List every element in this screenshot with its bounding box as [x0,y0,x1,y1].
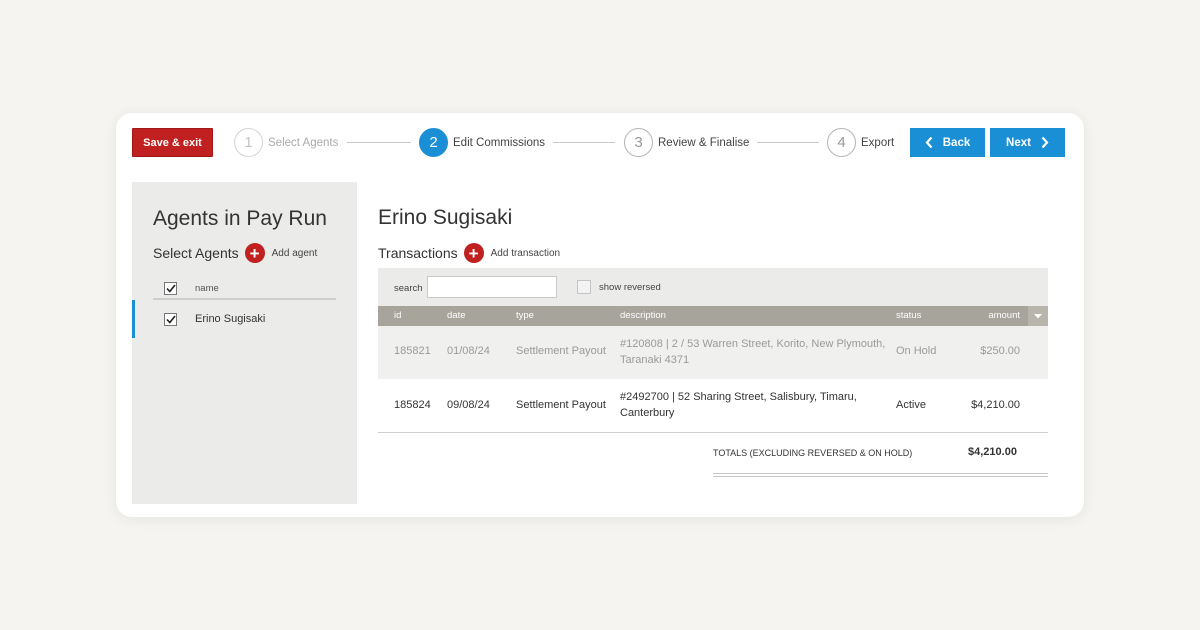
next-button[interactable]: Next [990,128,1065,157]
cell-id: 185824 [394,399,431,411]
step-review-finalise[interactable]: 3 Review & Finalise [624,128,749,157]
next-label: Next [1006,136,1031,149]
back-label: Back [942,136,971,149]
search-label: search [394,283,423,294]
agent-title: Erino Sugisaki [378,206,513,229]
column-date[interactable]: date [447,310,466,321]
step-label: Edit Commissions [453,136,546,149]
cell-date: 01/08/24 [447,345,490,357]
show-reversed-toggle[interactable]: show reversed [577,280,661,294]
check-icon [165,284,176,293]
table-row[interactable]: 185824 09/08/24 Settlement Payout #24927… [378,379,1048,433]
step-label: Select Agents [268,136,339,149]
step-number: 4 [827,128,856,157]
column-name-header: name [195,282,219,294]
step-label: Export [861,136,895,149]
cell-date: 09/08/24 [447,399,490,411]
totals-value: $4,210.00 [968,446,1017,458]
step-edit-commissions[interactable]: 2 Edit Commissions [419,128,545,157]
check-icon [165,315,176,324]
transactions-filter-bar: search show reversed [378,268,1048,306]
select-agents-label: Select Agents [153,245,239,261]
back-button[interactable]: Back [910,128,985,157]
add-transaction-icon[interactable]: + [463,243,484,263]
totals-label: TOTALS (EXCLUDING REVERSED & ON HOLD) [713,448,913,458]
agent-name: Erino Sugisaki [195,313,266,325]
totals-double-rule [713,473,1048,477]
step-export[interactable]: 4 Export [827,128,894,157]
step-number: 1 [234,128,263,157]
column-type[interactable]: type [516,310,534,321]
cell-type: Settlement Payout [516,399,606,411]
step-label: Review & Finalise [658,136,750,149]
chevron-right-icon [1041,136,1049,149]
step-connector [757,142,819,143]
agents-sidebar: Agents in Pay Run Select Agents + Add ag… [132,182,357,504]
cell-status: Active [896,399,926,411]
cell-id: 185821 [394,345,431,357]
transactions-header: Transactions + Add transaction [378,243,560,263]
pay-run-card: Save & exit 1 Select Agents 2 Edit Commi… [116,113,1084,517]
step-connector [347,142,411,143]
add-transaction-link[interactable]: Add transaction [491,248,561,259]
show-reversed-checkbox[interactable] [577,280,591,294]
cell-type: Settlement Payout [516,345,606,357]
transactions-label: Transactions [378,245,458,261]
select-all-checkbox[interactable] [164,281,177,295]
agents-list-header: name [153,278,336,300]
agent-checkbox[interactable] [164,312,177,326]
chevron-left-icon [925,136,933,149]
column-menu-button[interactable] [1028,306,1048,326]
cell-amount: $4,210.00 [971,399,1020,411]
add-agent-icon[interactable]: + [244,243,265,263]
step-select-agents[interactable]: 1 Select Agents [234,128,338,157]
show-reversed-label: show reversed [599,281,661,293]
step-number: 3 [624,128,653,157]
cell-description: #120808 | 2 / 53 Warren Street, Korito, … [620,338,886,366]
column-description[interactable]: description [620,310,666,321]
search-input[interactable] [427,276,557,298]
cell-description: #2492700 | 52 Sharing Street, Salisbury,… [620,391,857,419]
column-amount[interactable]: amount [988,310,1020,321]
save-exit-button[interactable]: Save & exit [132,128,213,157]
cell-amount: $250.00 [980,345,1020,357]
add-agent-link[interactable]: Add agent [272,248,318,259]
step-connector [553,142,615,143]
transactions-table-header: id date type description status amount [378,306,1048,326]
cell-status: On Hold [896,345,937,357]
column-status[interactable]: status [896,310,921,321]
step-number: 2 [419,128,448,157]
sidebar-title: Agents in Pay Run [153,207,327,230]
select-agents-header: Select Agents + Add agent [153,243,317,263]
caret-down-icon [1034,313,1042,318]
column-id[interactable]: id [394,310,401,321]
agent-row[interactable]: Erino Sugisaki [132,300,315,338]
table-row[interactable]: 185821 01/08/24 Settlement Payout #12080… [378,326,1048,379]
